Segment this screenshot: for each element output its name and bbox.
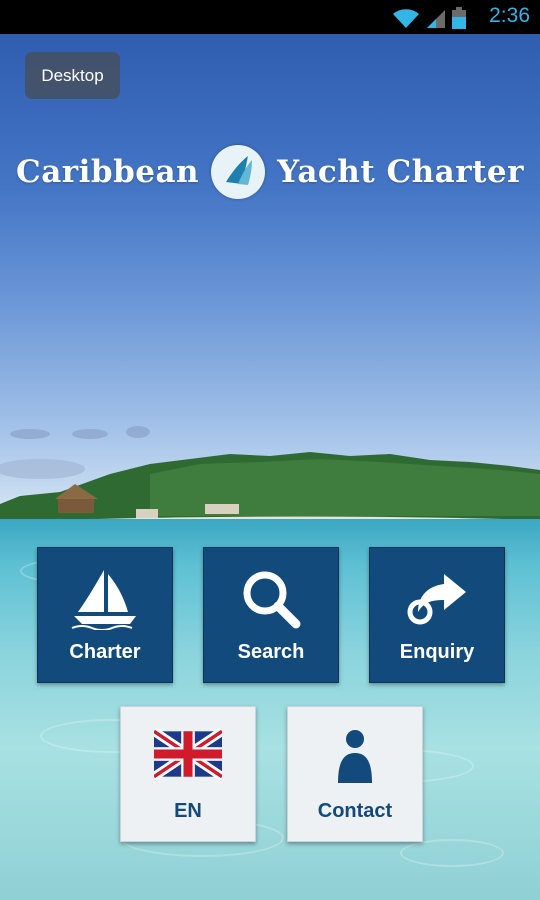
search-label: Search xyxy=(237,641,305,663)
status-icons xyxy=(392,7,466,29)
search-tile[interactable]: Search xyxy=(203,547,339,683)
clock: 2:36 xyxy=(489,4,530,27)
logo-text-left: Caribbean xyxy=(16,154,200,190)
contact-label: Contact xyxy=(317,800,393,822)
status-bar: 2:36 xyxy=(0,0,540,34)
language-label: EN xyxy=(174,800,202,822)
battery-icon xyxy=(452,7,466,29)
sailboat-icon xyxy=(71,570,136,630)
island-scenery xyxy=(0,426,540,534)
contact-tile[interactable]: Contact xyxy=(287,706,423,842)
uk-flag-icon xyxy=(154,727,222,781)
enquiry-tile[interactable]: Enquiry xyxy=(369,547,505,683)
language-tile[interactable]: EN xyxy=(120,706,256,842)
wifi-icon xyxy=(393,9,419,28)
person-icon xyxy=(338,730,372,783)
share-arrow-icon xyxy=(407,574,466,625)
sail-logo-icon xyxy=(211,145,266,199)
search-icon xyxy=(243,571,301,629)
charter-tile[interactable]: Charter xyxy=(37,547,173,683)
desktop-button[interactable]: Desktop xyxy=(25,52,120,99)
charter-label: Charter xyxy=(69,641,141,663)
signal-icon xyxy=(427,10,445,28)
logo-text-right: Yacht Charter xyxy=(277,154,524,190)
main-screen: Desktop Caribbean Yacht Charter Charter … xyxy=(0,34,540,900)
app-logo: Caribbean Yacht Charter xyxy=(0,142,540,202)
enquiry-label: Enquiry xyxy=(399,641,475,663)
